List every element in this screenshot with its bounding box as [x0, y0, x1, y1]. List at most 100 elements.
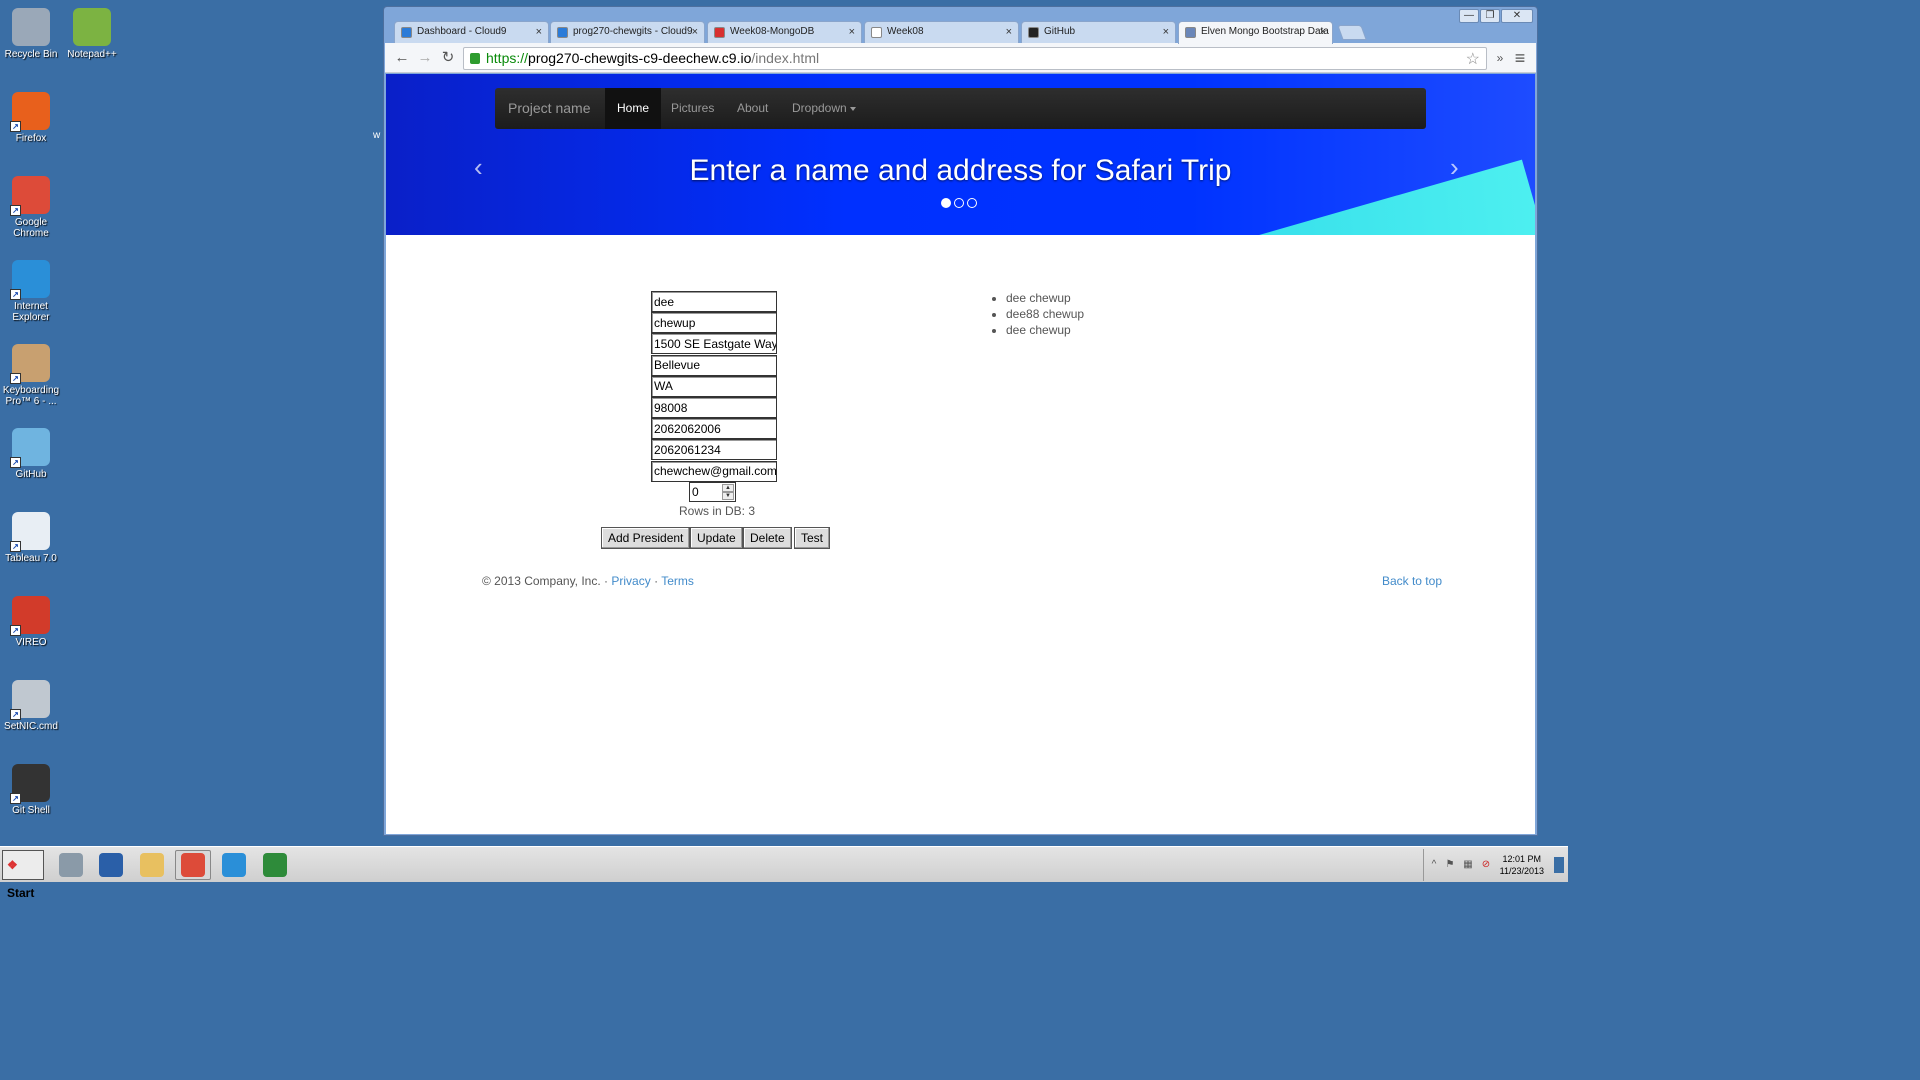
last-name-field[interactable] — [651, 312, 777, 334]
carousel-indicators — [941, 198, 977, 208]
show-desktop-button[interactable] — [1554, 857, 1564, 873]
desktop-icon[interactable]: ↗ Keyboarding Pro™ 6 - ... — [0, 344, 62, 407]
back-to-top-link[interactable]: Back to top — [1382, 574, 1442, 588]
desktop-icon[interactable]: Notepad++ — [61, 8, 123, 60]
close-window-button[interactable]: ✕ — [1501, 9, 1533, 23]
nav-home[interactable]: Home — [605, 88, 662, 129]
delete-button[interactable]: Delete — [743, 527, 792, 549]
footer-separator: · — [654, 574, 659, 588]
clock-time: 12:01 PM — [1502, 854, 1542, 864]
terms-link[interactable]: Terms — [661, 574, 694, 588]
tab-favicon-icon — [714, 27, 725, 38]
office-phone-field[interactable] — [651, 439, 777, 461]
keyboarding-icon: ↗ — [10, 344, 50, 384]
carousel-indicator[interactable] — [941, 198, 951, 208]
start-button[interactable]: ❖ Start — [2, 850, 44, 900]
clock[interactable]: 12:01 PM 11/23/2013 — [1500, 853, 1544, 877]
browser-tab[interactable]: Week08-MongoDB × — [707, 21, 862, 43]
home-phone-field[interactable] — [651, 418, 777, 440]
clock-date: 11/23/2013 — [1499, 866, 1544, 876]
tab-close-icon[interactable]: × — [692, 22, 698, 42]
city-field[interactable] — [651, 354, 777, 376]
update-button[interactable]: Update — [690, 527, 743, 549]
spin-up-icon[interactable]: ▲ — [722, 484, 734, 492]
taskbar-app[interactable] — [134, 850, 170, 880]
forward-arrow-icon[interactable]: → — [416, 49, 434, 67]
spin-down-icon[interactable]: ▼ — [722, 492, 734, 500]
minimize-button[interactable]: — — [1459, 9, 1479, 23]
carousel-indicator[interactable] — [954, 198, 964, 208]
desktop-icon[interactable]: ↗ Git Shell — [0, 764, 62, 816]
volume-muted-icon[interactable]: ⊘ — [1480, 859, 1492, 871]
action-center-flag-icon[interactable]: ⚑ — [1444, 859, 1456, 871]
taskbar: ❖ Start ^ ⚑ ▦ ⊘ 12:01 PM 11/23/2013 — [0, 846, 1568, 900]
bookmark-star-icon[interactable]: ☆ — [1466, 49, 1480, 70]
desktop-icon[interactable]: ↗ VIREO — [0, 596, 62, 648]
desktop-icon-label: SetNIC.cmd — [4, 721, 58, 732]
desktop-icon[interactable]: ↗ GitHub — [0, 428, 62, 480]
state-field[interactable] — [651, 375, 777, 397]
show-hidden-icons-icon[interactable]: ^ — [1428, 859, 1440, 871]
index-spinner[interactable]: ▲ ▼ — [689, 482, 736, 502]
taskbar-app[interactable] — [53, 850, 89, 880]
first-name-field[interactable] — [651, 291, 777, 312]
privacy-link[interactable]: Privacy — [611, 574, 650, 588]
file-explorer-icon — [140, 853, 164, 877]
desktop-icon-label: GitHub — [15, 469, 47, 480]
url-host: prog270-chewgits-c9-deechew.c9.io — [528, 50, 752, 66]
desktop-icon[interactable]: ↗ Tableau 7.0 — [0, 512, 62, 564]
tab-close-icon[interactable]: × — [849, 22, 855, 42]
url-path: /index.html — [751, 50, 820, 66]
list-item: dee chewup — [1006, 324, 1084, 337]
zip-field[interactable] — [651, 397, 777, 418]
back-arrow-icon[interactable]: ← — [393, 49, 411, 67]
footer-separator: · — [604, 574, 609, 588]
desktop-icon[interactable]: ↗ Firefox — [0, 92, 62, 144]
restore-button[interactable]: ❐ — [1480, 9, 1500, 23]
browser-tab[interactable]: Dashboard - Cloud9 × — [394, 21, 549, 43]
email-field[interactable] — [651, 460, 777, 482]
tab-close-icon[interactable]: × — [1163, 22, 1169, 42]
new-tab-button[interactable] — [1337, 25, 1367, 40]
recycle-bin-icon — [12, 8, 50, 46]
ie-icon: ↗ — [10, 260, 50, 300]
browser-tab[interactable]: GitHub × — [1021, 21, 1176, 43]
carousel-indicator[interactable] — [967, 198, 977, 208]
tab-close-icon[interactable]: × — [1320, 22, 1326, 42]
taskbar-app[interactable] — [93, 850, 129, 880]
taskbar-app[interactable] — [175, 850, 211, 880]
shortcut-arrow-icon: ↗ — [10, 457, 21, 468]
index-input[interactable] — [690, 483, 720, 501]
network-icon[interactable]: ▦ — [1462, 859, 1474, 871]
taskbar-app[interactable] — [257, 850, 293, 880]
navbar-brand[interactable]: Project name — [508, 88, 590, 129]
desktop-icon-label: Internet Explorer — [12, 301, 50, 323]
chrome-menu-icon[interactable]: ≡ — [1511, 49, 1529, 67]
shortcut-arrow-icon: ↗ — [10, 793, 21, 804]
desktop-icon[interactable]: ↗ Internet Explorer — [0, 260, 62, 323]
tab-close-icon[interactable]: × — [536, 22, 542, 42]
browser-tab[interactable]: Week08 × — [864, 21, 1019, 43]
address-field[interactable] — [651, 333, 777, 355]
nav-about[interactable]: About — [725, 88, 780, 129]
add-president-button[interactable]: Add President — [601, 527, 691, 549]
desktop-icon[interactable]: ↗ SetNIC.cmd — [0, 680, 62, 732]
taskbar-app[interactable] — [216, 850, 252, 880]
nav-dropdown[interactable]: Dropdown — [780, 88, 868, 129]
ie-icon — [222, 853, 246, 877]
tab-close-icon[interactable]: × — [1006, 22, 1012, 42]
tab-favicon-icon — [1028, 27, 1039, 38]
desktop-icon[interactable]: Recycle Bin — [0, 8, 62, 60]
firefox-icon: ↗ — [10, 92, 50, 132]
test-button[interactable]: Test — [794, 527, 831, 549]
extensions-overflow-icon[interactable]: » — [1491, 49, 1509, 67]
browser-tab[interactable]: Elven Mongo Bootstrap Data × — [1178, 21, 1333, 44]
address-bar[interactable]: https://prog270-chewgits-c9-deechew.c9.i… — [463, 47, 1487, 70]
browser-tab[interactable]: prog270-chewgits - Cloud9 × — [550, 21, 705, 43]
git-shell-icon: ↗ — [10, 764, 50, 804]
carousel: Project name Home Pictures About Dropdow… — [386, 74, 1535, 235]
shortcut-arrow-icon: ↗ — [10, 709, 21, 720]
desktop-icon[interactable]: ↗ Google Chrome — [0, 176, 62, 239]
reload-icon[interactable]: ↻ — [439, 49, 457, 67]
nav-pictures[interactable]: Pictures — [659, 88, 726, 129]
